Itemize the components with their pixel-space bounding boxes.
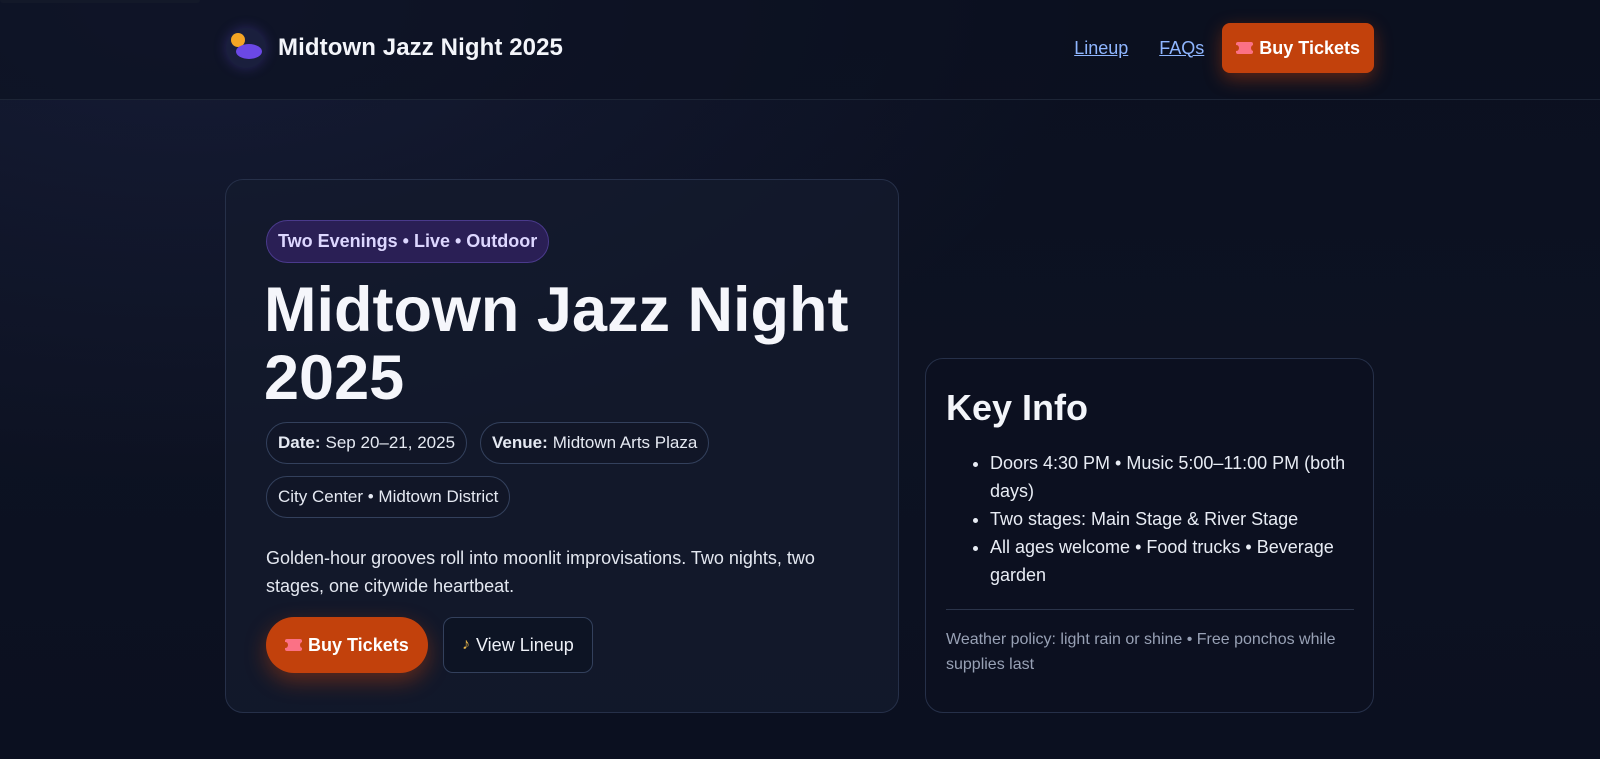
ticket-icon xyxy=(282,639,305,651)
view-lineup-label: View Lineup xyxy=(476,634,574,655)
view-lineup-button[interactable]: ♪ View Lineup xyxy=(443,617,593,673)
key-info-card: Key Info Doors 4:30 PM • Music 5:00–11:0… xyxy=(925,358,1374,713)
key-info-title: Key Info xyxy=(946,387,1089,428)
date-label: Date: xyxy=(278,433,321,452)
venue-chip: Venue: Midtown Arts Plaza xyxy=(480,422,710,464)
tagline-badge: Two Evenings • Live • Outdoor xyxy=(266,220,550,263)
divider xyxy=(946,609,1354,610)
nav-link-faqs[interactable]: FAQs xyxy=(1159,38,1204,59)
brand[interactable]: Midtown Jazz Night 2025 xyxy=(226,28,563,68)
key-info-list: Doors 4:30 PM • Music 5:00–11:00 PM (bot… xyxy=(946,449,1356,589)
nav-link-lineup[interactable]: Lineup xyxy=(1074,38,1128,59)
moon-shape xyxy=(236,44,262,59)
hero-card: Two Evenings • Live • Outdoor Midtown Ja… xyxy=(225,179,899,713)
venue-label: Venue: xyxy=(492,433,548,452)
main-nav: Lineup FAQs Buy Tickets xyxy=(1074,23,1374,73)
key-info-item: Doors 4:30 PM • Music 5:00–11:00 PM (bot… xyxy=(990,449,1356,505)
hero-description: Golden-hour grooves roll into moonlit im… xyxy=(266,548,815,596)
brand-title: Midtown Jazz Night 2025 xyxy=(278,34,564,61)
key-info-item: All ages welcome • Food trucks • Beverag… xyxy=(990,533,1356,589)
location-chip: City Center • Midtown District xyxy=(266,476,511,518)
date-chip: Date: Sep 20–21, 2025 xyxy=(266,422,468,464)
hero-title: Midtown Jazz Night 2025 xyxy=(264,275,849,413)
site-header: Midtown Jazz Night 2025 Lineup FAQs Buy … xyxy=(0,0,1600,100)
header-buy-tickets-label: Buy Tickets xyxy=(1259,37,1360,58)
hero-buy-tickets-button[interactable]: Buy Tickets xyxy=(266,617,428,673)
header-buy-tickets-button[interactable]: Buy Tickets xyxy=(1222,23,1374,73)
weather-policy-note: Weather policy: light rain or shine • Fr… xyxy=(946,631,1336,673)
ticket-icon xyxy=(1233,42,1256,54)
sun-moon-logo-icon xyxy=(226,28,266,68)
date-value: Sep 20–21, 2025 xyxy=(325,433,456,452)
saxophone-icon: ♪ xyxy=(462,636,470,653)
hero-buy-tickets-label: Buy Tickets xyxy=(308,634,409,655)
key-info-item: Two stages: Main Stage & River Stage xyxy=(990,505,1356,533)
venue-value: Midtown Arts Plaza xyxy=(552,433,698,452)
